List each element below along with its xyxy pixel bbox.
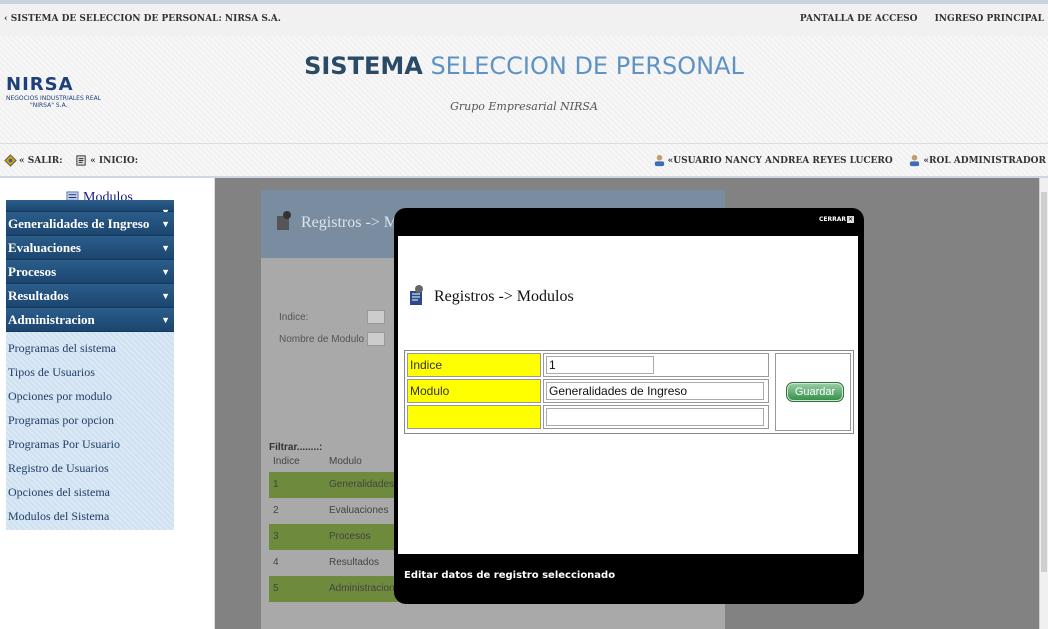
nombre-filter-label: Nombre de Modulo: [279, 334, 365, 345]
indice-cell: [543, 353, 769, 377]
button-cell: Guardar: [775, 353, 851, 431]
indice-label: Indice: [407, 353, 541, 377]
page-scrollbar[interactable]: [1039, 178, 1048, 629]
close-icon: ✕: [847, 216, 854, 223]
user-icon: [654, 154, 664, 167]
nombre-filter-input[interactable]: [367, 332, 385, 346]
home-link[interactable]: « INICIO:: [75, 155, 138, 166]
sidebar-item-programas-usuario[interactable]: Programas Por Usuario: [6, 432, 174, 456]
top-links: PANTALLA DE ACCESO INGRESO PRINCIPAL: [786, 14, 1044, 24]
role-icon: [910, 154, 920, 167]
exit-link[interactable]: « SALIR:: [4, 154, 66, 167]
sidebar-item-opciones-modulo[interactable]: Opciones por modulo: [6, 384, 174, 408]
edit-modal: CERRAR✕ Registros -> Modulos Indice Modu…: [394, 208, 864, 604]
system-name: ‹ SISTEMA DE SELECCION DE PERSONAL: NIRS…: [4, 14, 281, 24]
modulo-cell: [543, 379, 769, 403]
current-role: «ROL ADMINISTRADOR: [908, 154, 1046, 167]
page-subtitle: Grupo Empresarial NIRSA: [450, 100, 598, 113]
menu-administracion[interactable]: Administracion ▼: [6, 308, 174, 332]
exit-icon: [4, 154, 17, 167]
page-title: SISTEMA SELECCION DE PERSONAL: [304, 52, 744, 80]
form-row-indice: Indice: [407, 353, 771, 377]
main-entry-link[interactable]: INGRESO PRINCIPAL: [935, 14, 1044, 24]
modulo-label: Modulo: [407, 379, 541, 403]
access-screen-link[interactable]: PANTALLA DE ACCESO: [800, 14, 918, 24]
admin-submenu: Programas del sistema Tipos de Usuarios …: [6, 332, 174, 530]
registry-icon: [277, 211, 291, 230]
modal-footer-text: Editar datos de registro seleccionado: [404, 570, 616, 581]
form-row-extra: [407, 405, 771, 429]
chevron-down-icon: ▼: [161, 219, 170, 229]
header-banner: NIRSA NEGOCIOS INDUSTRIALES REAL "NIRSA"…: [0, 36, 1048, 144]
sidebar-menu: ▼ Generalidades de Ingreso▼ Evaluaciones…: [6, 200, 174, 530]
edit-form: Indice Modulo Guardar: [404, 350, 854, 434]
top-bar: ‹ SISTEMA DE SELECCION DE PERSONAL: NIRS…: [0, 0, 1048, 36]
current-user: «USUARIO NANCY ANDREA REYES LUCERO: [653, 154, 896, 167]
scrollbar-thumb[interactable]: [1041, 192, 1047, 572]
indice-field[interactable]: [546, 356, 654, 374]
extra-cell: [543, 405, 769, 429]
user-bar: « SALIR: « INICIO: «USUARIO NANCY ANDREA…: [0, 144, 1048, 178]
close-button[interactable]: CERRAR ✕: [819, 216, 854, 223]
chevron-down-icon: ▼: [161, 291, 170, 301]
indice-filter-input[interactable]: [367, 310, 385, 324]
sidebar-item-modulos-sistema[interactable]: Modulos del Sistema: [6, 504, 174, 528]
save-button[interactable]: Guardar: [786, 382, 844, 402]
indice-filter-label: Indice:: [279, 312, 309, 323]
home-icon: [76, 155, 86, 166]
modal-title: Registros -> Modulos: [408, 284, 574, 306]
sidebar: Modulos ▼ Generalidades de Ingreso▼ Eval…: [0, 178, 215, 629]
sidebar-item-opciones-sistema[interactable]: Opciones del sistema: [6, 480, 174, 504]
modulo-field[interactable]: [546, 382, 764, 400]
menu-procesos[interactable]: Procesos ▼: [6, 260, 174, 284]
menu-generalidades[interactable]: Generalidades de Ingreso ▼: [6, 212, 174, 236]
extra-field[interactable]: [546, 408, 764, 426]
extra-label: [407, 405, 541, 429]
menu-resultados[interactable]: Resultados ▼: [6, 284, 174, 308]
sidebar-item-programas-sistema[interactable]: Programas del sistema: [6, 336, 174, 360]
sidebar-item-programas-opcion[interactable]: Programas por opcion: [6, 408, 174, 432]
menu-evaluaciones[interactable]: Evaluaciones ▼: [6, 236, 174, 260]
chevron-down-icon: ▼: [161, 267, 170, 277]
registry-icon: [410, 285, 423, 305]
chevron-down-icon: ▼: [161, 315, 170, 325]
sidebar-item-registro-usuarios[interactable]: Registro de Usuarios: [6, 456, 174, 480]
form-row-modulo: Modulo: [407, 379, 771, 403]
modal-body: Registros -> Modulos Indice Modulo Guard…: [398, 236, 858, 554]
chevron-down-icon: ▼: [161, 243, 170, 253]
sidebar-item-tipos-usuarios[interactable]: Tipos de Usuarios: [6, 360, 174, 384]
menu-top-handle: ▼: [6, 200, 174, 217]
